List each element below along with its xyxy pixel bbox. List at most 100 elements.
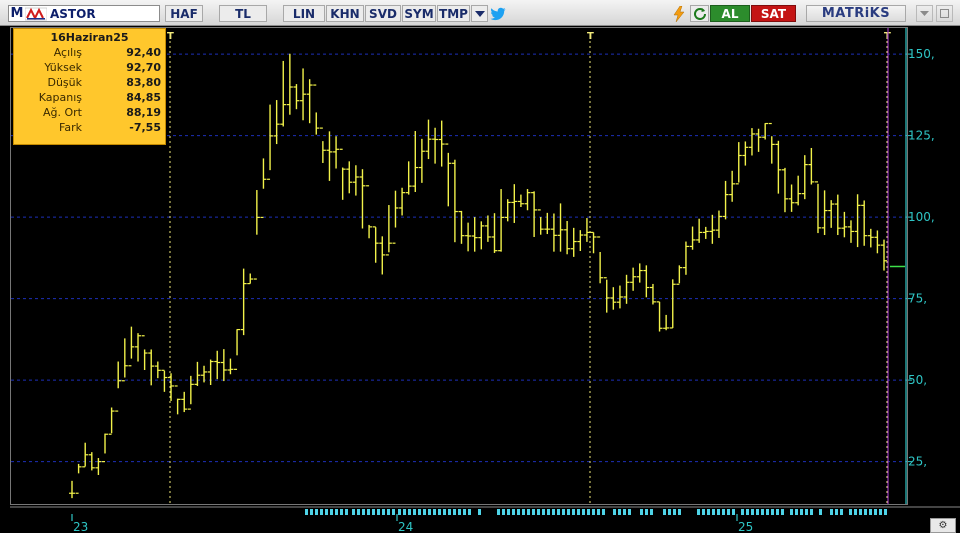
- volume-tick: [712, 509, 715, 515]
- volume-tick: [532, 509, 535, 515]
- x-tick-label: 24: [398, 520, 413, 533]
- info-row-vwap: Ağ. Ort 88,19: [18, 105, 161, 120]
- info-value: 92,40: [126, 46, 161, 59]
- y-tick-label: 50,: [908, 373, 927, 387]
- year-marker-glyph: T: [587, 31, 594, 42]
- volume-tick: [527, 509, 530, 515]
- volume-tick: [602, 509, 605, 515]
- settings-gear-icon[interactable]: ⚙: [930, 518, 956, 533]
- volume-tick: [542, 509, 545, 515]
- volume-tick: [497, 509, 500, 515]
- volume-tick: [478, 509, 481, 515]
- volume-tick: [874, 509, 877, 515]
- volume-tick: [819, 509, 822, 515]
- time-axis: 23 24 25: [10, 506, 960, 533]
- volume-tick: [640, 509, 643, 515]
- volume-tick: [805, 509, 808, 515]
- volume-tick: [746, 509, 749, 515]
- info-date: 16Haziran25: [50, 31, 129, 44]
- volume-tick: [377, 509, 380, 515]
- volume-tick: [668, 509, 671, 515]
- y-tick-label: 25,: [908, 455, 927, 469]
- volume-tick: [372, 509, 375, 515]
- volume-tick: [305, 509, 308, 515]
- info-row-open: Açılış 92,40: [18, 45, 161, 60]
- volume-tick: [854, 509, 857, 515]
- volume-tick: [398, 509, 401, 515]
- info-value: 92,70: [126, 61, 161, 74]
- volume-tick: [382, 509, 385, 515]
- volume-tick: [795, 509, 798, 515]
- volume-tick: [835, 509, 838, 515]
- volume-tick: [448, 509, 451, 515]
- x-tick-label: 25: [738, 520, 753, 533]
- volume-tick: [697, 509, 700, 515]
- volume-tick: [463, 509, 466, 515]
- y-tick-label: 150,: [908, 47, 935, 61]
- volume-tick: [362, 509, 365, 515]
- info-row-low: Düşük 83,80: [18, 75, 161, 90]
- info-row-high: Yüksek 92,70: [18, 60, 161, 75]
- volume-tick: [453, 509, 456, 515]
- price-bars: [69, 53, 905, 499]
- volume-tick: [618, 509, 621, 515]
- volume-tick: [330, 509, 333, 515]
- volume-tick: [650, 509, 653, 515]
- volume-tick: [433, 509, 436, 515]
- info-row-close: Kapanış 84,85: [18, 90, 161, 105]
- volume-tick: [502, 509, 505, 515]
- volume-tick: [781, 509, 784, 515]
- ohlc-info-box: 16Haziran25 Açılış 92,40 Yüksek 92,70 Dü…: [13, 28, 166, 145]
- volume-tick: [771, 509, 774, 515]
- volume-tick: [849, 509, 852, 515]
- time-axis-bg: [10, 506, 960, 533]
- info-label: Düşük: [47, 76, 82, 89]
- volume-tick: [722, 509, 725, 515]
- volume-tick: [418, 509, 421, 515]
- volume-tick: [673, 509, 676, 515]
- year-marker-glyph: T: [167, 31, 174, 42]
- volume-tick: [522, 509, 525, 515]
- volume-tick: [810, 509, 813, 515]
- volume-tick: [577, 509, 580, 515]
- volume-tick: [761, 509, 764, 515]
- volume-tick: [869, 509, 872, 515]
- volume-tick: [645, 509, 648, 515]
- volume-tick: [552, 509, 555, 515]
- info-label: Açılış: [53, 46, 82, 59]
- volume-tick: [707, 509, 710, 515]
- volume-tick: [408, 509, 411, 515]
- volume-tick: [884, 509, 887, 515]
- volume-tick: [756, 509, 759, 515]
- volume-tick: [557, 509, 560, 515]
- volume-tick: [800, 509, 803, 515]
- volume-tick: [352, 509, 355, 515]
- info-value: 84,85: [126, 91, 161, 104]
- volume-tick: [512, 509, 515, 515]
- volume-tick: [702, 509, 705, 515]
- volume-tick: [830, 509, 833, 515]
- info-row-change: Fark -7,55: [18, 120, 161, 135]
- y-tick-label: 75,: [908, 292, 927, 306]
- volume-tick: [325, 509, 328, 515]
- volume-tick: [840, 509, 843, 515]
- info-value: 88,19: [126, 106, 161, 119]
- year-markers: TTT: [167, 28, 891, 504]
- volume-tick: [613, 509, 616, 515]
- volume-tick: [320, 509, 323, 515]
- volume-tick: [597, 509, 600, 515]
- volume-tick: [572, 509, 575, 515]
- volume-tick: [592, 509, 595, 515]
- info-value: 83,80: [126, 76, 161, 89]
- volume-tick: [567, 509, 570, 515]
- volume-tick: [315, 509, 318, 515]
- info-label: Kapanış: [38, 91, 82, 104]
- volume-tick: [428, 509, 431, 515]
- volume-tick: [678, 509, 681, 515]
- volume-tick: [547, 509, 550, 515]
- info-value: -7,55: [129, 121, 161, 134]
- y-tick-label: 100,: [908, 210, 935, 224]
- volume-tick: [582, 509, 585, 515]
- volume-tick: [392, 509, 395, 515]
- volume-tick: [507, 509, 510, 515]
